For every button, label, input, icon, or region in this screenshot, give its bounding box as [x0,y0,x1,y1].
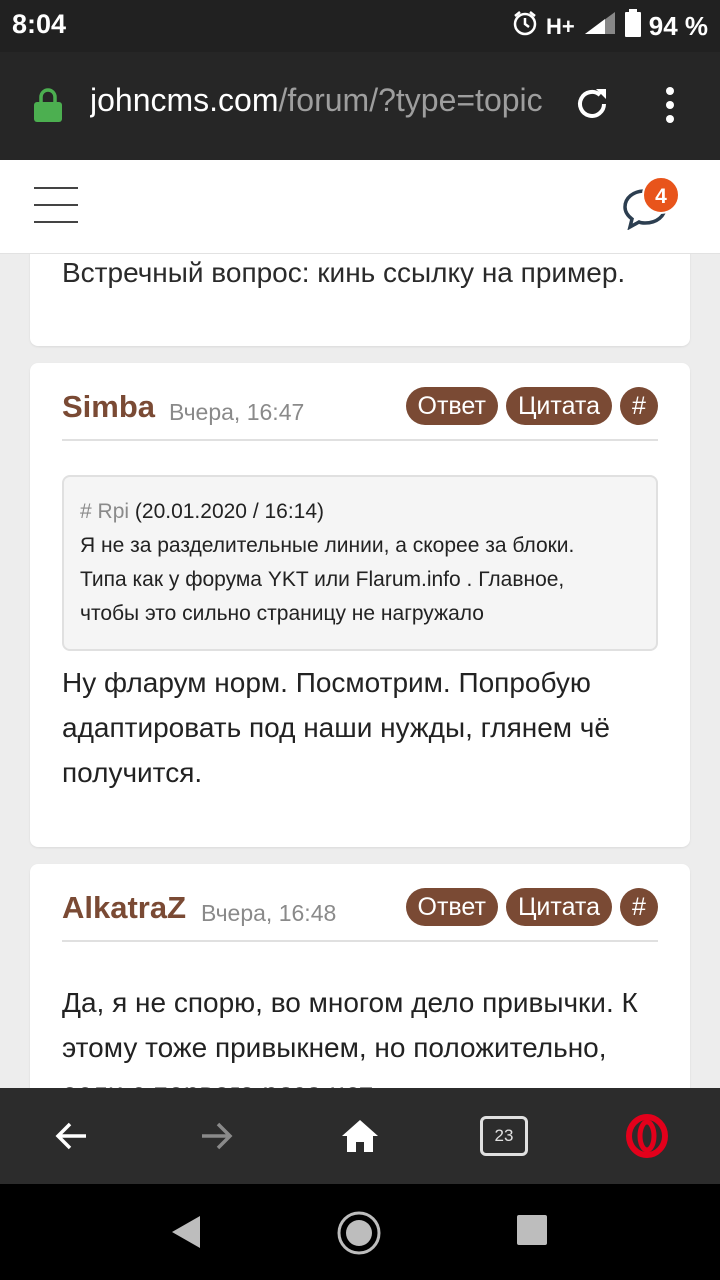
post-link-button[interactable]: # [620,387,658,425]
browser-toolbar: johncms.com/forum/?type=topic [0,52,720,160]
browser-bottom-bar: 23 [0,1088,720,1184]
hamburger-menu-icon[interactable] [34,187,78,223]
nav-back-icon[interactable] [170,1214,202,1255]
quote-date: (20.01.2020 / 16:14) [134,500,325,523]
topic-posts: Встречный вопрос: кинь ссылку на пример.… [0,254,720,1088]
post-header: Simba Вчера, 16:47 Ответ Цитата # [62,387,658,441]
opera-logo-icon[interactable] [626,1114,668,1163]
post-card: AlkatraZ Вчера, 16:48 Ответ Цитата # Да,… [30,864,690,1088]
quote-block: # Rpi (20.01.2020 / 16:14) Я не за разде… [62,475,658,651]
post-body: Ну фларум норм. Посмотрим. Попробую адап… [62,667,610,788]
reply-button[interactable]: Ответ [405,888,498,926]
quote-line: Я не за разделительные линии, а скорее з… [80,534,575,557]
url-path: /forum/?type=topic [278,82,543,118]
post-author[interactable]: Simba [62,389,155,425]
home-icon[interactable] [340,1118,380,1159]
post-card: Simba Вчера, 16:47 Ответ Цитата # # Rpi … [30,363,690,847]
reload-icon[interactable] [574,86,610,127]
nav-recents-icon[interactable] [516,1214,548,1251]
notification-badge: 4 [642,176,680,214]
address-bar[interactable]: johncms.com/forum/?type=topic [90,82,545,119]
post-author[interactable]: AlkatraZ [62,890,186,926]
quote-hash: # [80,500,92,523]
post-date: Вчера, 16:48 [201,900,337,926]
reply-button[interactable]: Ответ [405,387,498,425]
network-type: H+ [545,13,575,39]
post-body: Встречный вопрос: кинь ссылку на пример. [62,257,626,288]
quote-author[interactable]: Rpi [98,500,130,523]
tabs-count: 23 [494,1126,514,1145]
status-bar: 8:04 H+ 94 % [0,0,720,52]
quote-line: чтобы это сильно страницу не нагружало [80,602,484,625]
tabs-button[interactable]: 23 [480,1116,528,1156]
url-host: johncms.com [90,82,279,118]
battery-icon [624,9,641,44]
system-navigation-bar [0,1184,720,1280]
post-header: AlkatraZ Вчера, 16:48 Ответ Цитата # [62,888,658,942]
post-card: Встречный вопрос: кинь ссылку на пример. [30,254,690,346]
back-arrow-icon[interactable] [54,1118,90,1159]
quote-line: Типа как у форума YKT или Flarum.info . … [80,568,565,591]
site-header: 4 [0,160,720,254]
post-link-button[interactable]: # [620,888,658,926]
quote-button[interactable]: Цитата [505,888,612,926]
lock-icon [34,88,62,127]
battery-level: 94 % [648,11,708,41]
post-date: Вчера, 16:47 [169,399,305,425]
alarm-icon [512,10,538,43]
messages-button[interactable]: 4 [622,176,682,232]
status-time: 8:04 [12,9,67,39]
forward-arrow-icon[interactable] [198,1118,234,1159]
nav-home-icon[interactable] [336,1210,382,1261]
signal-icon [583,10,617,43]
post-body: Да, я не спорю, во многом дело привычки.… [62,987,638,1088]
quote-button[interactable]: Цитата [505,387,612,425]
more-menu-icon[interactable] [664,86,676,129]
